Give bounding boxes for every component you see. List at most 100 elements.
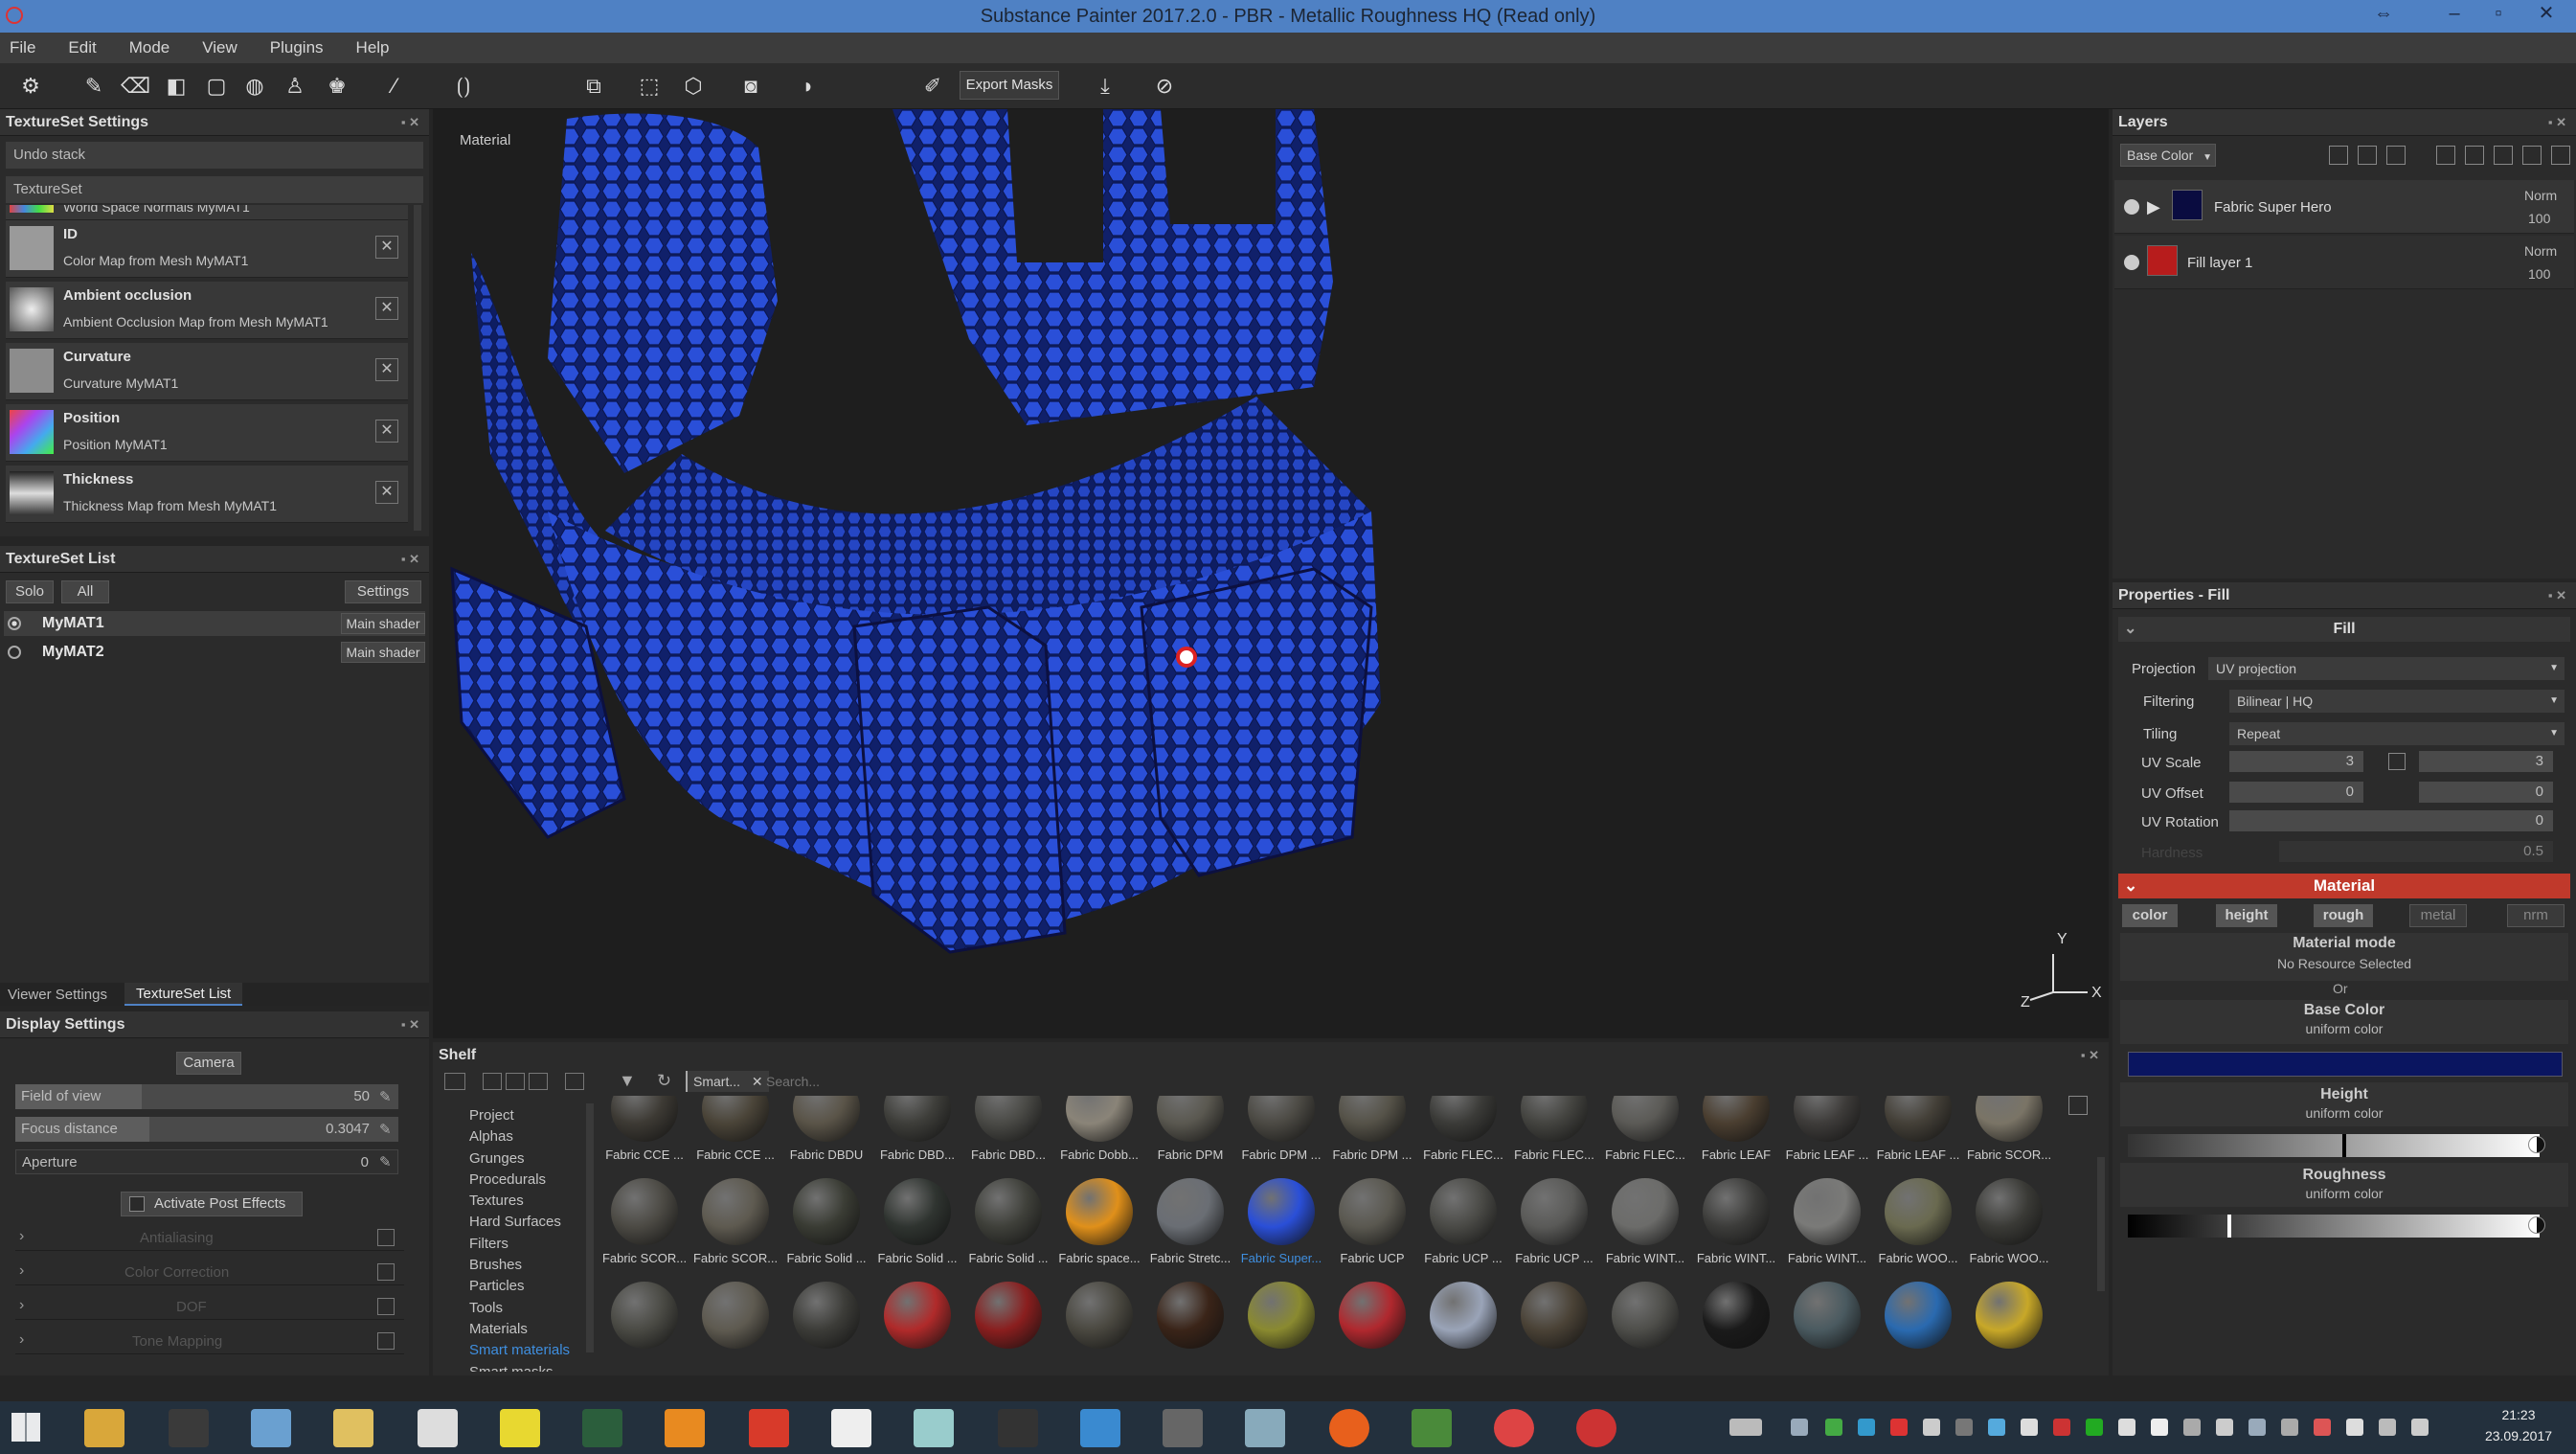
scrollbar[interactable] xyxy=(414,205,421,531)
tray-icon[interactable] xyxy=(2053,1419,2070,1436)
chrome-icon[interactable] xyxy=(1494,1409,1534,1447)
material-thumbnail[interactable]: Fabric WOO... xyxy=(1966,1178,2052,1278)
remove-map-icon[interactable]: ✕ xyxy=(375,358,398,381)
duplicate-icon[interactable] xyxy=(2522,146,2542,165)
categories-scrollbar[interactable] xyxy=(586,1103,594,1352)
uv-offset-slider[interactable]: 0 xyxy=(2229,782,2363,803)
category-particles[interactable]: Particles xyxy=(469,1276,594,1297)
map-row-ambient-occlusion[interactable]: Ambient occlusion Ambient Occlusion Map … xyxy=(6,282,408,339)
height-gradient-slider[interactable] xyxy=(2128,1134,2540,1157)
camera-app-icon[interactable] xyxy=(998,1409,1038,1447)
projection-dropdown[interactable]: UV projection ▼ xyxy=(2208,657,2565,680)
eraser-icon[interactable]: ⌫ xyxy=(121,73,150,100)
category-procedurals[interactable]: Procedurals xyxy=(469,1170,594,1191)
material-thumbnail[interactable]: Fabric DPM xyxy=(1147,1096,1233,1174)
restore-arrows-icon[interactable]: ⇔ xyxy=(2361,0,2406,29)
material-thumbnail[interactable]: Fabric space... xyxy=(1056,1178,1142,1278)
pencil-icon[interactable]: ✎ xyxy=(379,1153,392,1170)
material-thumbnail[interactable]: Fabric UCP xyxy=(1329,1178,1415,1278)
map-row-world-normals[interactable]: World Space Normals MyMAT1 xyxy=(6,205,408,220)
butterfly-app-icon[interactable] xyxy=(665,1409,705,1447)
plane-app-icon[interactable] xyxy=(1245,1409,1285,1447)
checkbox-icon[interactable] xyxy=(377,1332,395,1350)
section-color-correction[interactable]: › Color Correction xyxy=(15,1259,404,1285)
roughness-cursor-marker[interactable] xyxy=(2227,1215,2231,1238)
export-icon[interactable]: ⤓ xyxy=(1092,73,1119,100)
material-thumbnail[interactable]: Fabric LEAF xyxy=(1693,1096,1779,1174)
visibility-eye-icon[interactable] xyxy=(2124,255,2139,270)
file-explorer-icon[interactable] xyxy=(84,1409,124,1447)
material-thumbnail[interactable] xyxy=(965,1282,1051,1374)
tray-icon[interactable] xyxy=(2151,1419,2168,1436)
close-button[interactable]: ✕ xyxy=(2524,0,2568,29)
field-of-view-slider[interactable]: Field of view 50 xyxy=(15,1084,398,1109)
material-thumbnail[interactable]: Fabric WINT... xyxy=(1602,1178,1688,1278)
channel-dropdown[interactable]: Base Color ▼ xyxy=(2120,144,2216,167)
tray-icon[interactable] xyxy=(2118,1419,2135,1436)
material-thumbnail[interactable]: Fabric FLEC... xyxy=(1420,1096,1506,1174)
category-tools[interactable]: Tools xyxy=(469,1298,594,1319)
material-thumbnail[interactable] xyxy=(1420,1282,1506,1374)
material-thumbnail[interactable]: Fabric WINT... xyxy=(1784,1178,1870,1278)
material-thumbnail[interactable]: Fabric DBDU xyxy=(783,1096,870,1174)
filter-funnel-icon[interactable]: ▼ xyxy=(619,1071,636,1091)
category-brushes[interactable]: Brushes xyxy=(469,1255,594,1276)
add-fill-layer-icon[interactable] xyxy=(2436,146,2455,165)
all-button[interactable]: All xyxy=(61,580,109,603)
panel-controls-icon[interactable]: ▪ ✕ xyxy=(2548,109,2566,136)
smudge-icon[interactable]: ◍ xyxy=(241,73,268,100)
tray-icon[interactable] xyxy=(1858,1419,1875,1436)
no-resource-text[interactable]: No Resource Selected xyxy=(2120,956,2568,971)
visibility-eye-icon[interactable] xyxy=(2124,199,2139,215)
material-thumbnail[interactable] xyxy=(1329,1282,1415,1374)
channel-nrm-toggle[interactable]: nrm xyxy=(2507,904,2565,927)
map-row-id[interactable]: ID Color Map from Mesh MyMAT1 ✕ xyxy=(6,220,408,278)
material-thumbnail[interactable]: Fabric CCE ... xyxy=(692,1096,779,1174)
polygon-fill-icon[interactable]: ▢ xyxy=(203,73,230,100)
paint-app-icon[interactable] xyxy=(333,1409,373,1447)
channel-metal-toggle[interactable]: metal xyxy=(2409,904,2467,927)
substance-logo-icon[interactable]: ⊘ xyxy=(1151,73,1178,100)
lock-icon[interactable] xyxy=(2388,753,2406,770)
tab-textureset-list[interactable]: TextureSet List xyxy=(124,983,243,1006)
window-app-icon[interactable] xyxy=(418,1409,458,1447)
network-icon[interactable] xyxy=(2216,1419,2233,1436)
remove-map-icon[interactable]: ✕ xyxy=(375,236,398,259)
material-thumbnail[interactable]: Fabric DBD... xyxy=(965,1096,1051,1174)
material-thumbnail[interactable] xyxy=(783,1282,870,1374)
document-icon[interactable] xyxy=(251,1409,291,1447)
solo-button[interactable]: Solo xyxy=(6,580,54,603)
xmind-icon[interactable] xyxy=(749,1409,789,1447)
material-section-header[interactable]: ⌄ Material xyxy=(2118,874,2570,898)
section-tone-mapping[interactable]: › Tone Mapping xyxy=(15,1328,404,1354)
camera-section-button[interactable]: Camera xyxy=(176,1052,241,1075)
tray-icon[interactable] xyxy=(1825,1419,1842,1436)
refresh-icon[interactable]: ↻ xyxy=(657,1071,671,1091)
symmetry-icon[interactable]: ⟮⟯ xyxy=(450,73,477,100)
checkbox-icon[interactable] xyxy=(377,1263,395,1281)
undo-stack-field[interactable]: Undo stack xyxy=(6,142,423,169)
pencil-app-icon[interactable] xyxy=(500,1409,540,1447)
color-picker-icon[interactable] xyxy=(2528,1216,2545,1234)
grid-view-icon[interactable] xyxy=(2068,1096,2088,1115)
category-hard-surfaces[interactable]: Hard Surfaces xyxy=(469,1212,594,1233)
tray-icon[interactable] xyxy=(2021,1419,2038,1436)
material-thumbnail[interactable]: Fabric SCOR... xyxy=(1966,1096,2052,1174)
add-effect-icon[interactable] xyxy=(2358,146,2377,165)
category-smart-masks[interactable]: Smart masks xyxy=(469,1362,594,1372)
height-cursor-marker[interactable] xyxy=(2342,1134,2346,1157)
material-thumbnail[interactable]: Fabric CCE ... xyxy=(601,1096,688,1174)
roughness-gradient-slider[interactable] xyxy=(2128,1215,2540,1238)
tray-icon[interactable] xyxy=(1923,1419,1940,1436)
material-thumbnail[interactable]: Fabric SCOR... xyxy=(692,1178,779,1278)
volume-icon[interactable] xyxy=(2411,1419,2429,1436)
material-thumbnail[interactable] xyxy=(1966,1282,2052,1374)
material-thumbnail[interactable]: Fabric DPM ... xyxy=(1238,1096,1324,1174)
tray-icon[interactable] xyxy=(2248,1419,2266,1436)
layer-blend-mode[interactable]: Norm xyxy=(2524,243,2557,259)
fill-section-header[interactable]: ⌄ Fill xyxy=(2118,617,2570,642)
export-masks-button[interactable]: Export Masks xyxy=(960,71,1059,100)
camera-icon[interactable]: ⬚ xyxy=(636,73,663,100)
material-thumbnail[interactable] xyxy=(601,1282,688,1374)
settings-button[interactable]: Settings xyxy=(345,580,421,603)
